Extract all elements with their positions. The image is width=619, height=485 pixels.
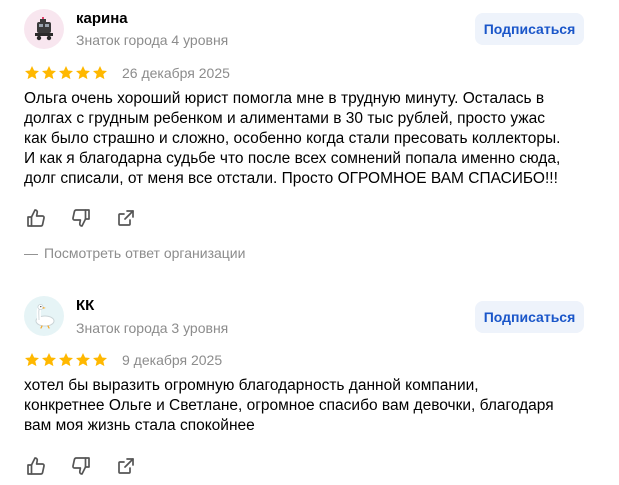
dislike-icon: [72, 457, 90, 475]
dislike-button[interactable]: [69, 454, 93, 478]
rating-stars: [24, 65, 108, 81]
like-icon: [27, 209, 45, 227]
share-icon: [118, 458, 134, 474]
review-text-line: долг списали, от меня все отстали. Прост…: [24, 170, 558, 187]
like-button[interactable]: [24, 206, 48, 230]
review-text-line: как было страшно и сложно, особенно когд…: [24, 130, 561, 147]
review-text-line: хотел бы выразить огромную благодарность…: [24, 377, 479, 394]
review-date: 26 декабря 2025: [122, 65, 230, 81]
star-icon: [25, 66, 39, 80]
rating-row: 26 декабря 2025: [24, 65, 230, 81]
star-icon: [42, 353, 56, 367]
star-icon: [93, 66, 107, 80]
review-text-line: долгах с грудным ребенком и алиментами в…: [24, 110, 546, 127]
review-text-line: вам моя жизнь стала спокойнее: [24, 417, 255, 434]
review-actions: [24, 206, 159, 230]
goose-avatar-icon: [35, 304, 55, 329]
review-text: хотел бы выразить огромную благодарность…: [24, 376, 584, 436]
review-card: КК Знаток города 3 уровня Подписаться 9 …: [0, 280, 619, 485]
rating-stars: [24, 352, 108, 368]
dislike-icon: [72, 209, 90, 227]
review-text-line: И как я благодарна судьбе что после всех…: [24, 150, 561, 167]
subscribe-button[interactable]: Подписаться: [475, 301, 584, 333]
review-card: карина Знаток города 4 уровня Подписатьс…: [0, 0, 619, 270]
share-button[interactable]: [114, 454, 138, 478]
star-icon: [76, 66, 90, 80]
reply-dash: —: [24, 245, 38, 261]
view-organization-reply-link[interactable]: — Посмотреть ответ организации: [24, 245, 245, 261]
author-level: Знаток города 4 уровня: [76, 32, 229, 48]
star-icon: [93, 353, 107, 367]
author-avatar[interactable]: [24, 9, 64, 49]
review-date: 9 декабря 2025: [122, 352, 223, 368]
robot-cart-avatar-icon: [35, 17, 53, 41]
author-level: Знаток города 3 уровня: [76, 320, 229, 336]
review-text: Ольга очень хороший юрист помогла мне в …: [24, 89, 584, 189]
review-actions: [24, 454, 159, 478]
author-name[interactable]: карина: [76, 10, 128, 27]
share-button[interactable]: [114, 206, 138, 230]
star-icon: [42, 66, 56, 80]
star-icon: [59, 66, 73, 80]
review-text-line: Ольга очень хороший юрист помогла мне в …: [24, 90, 545, 107]
author-name[interactable]: КК: [76, 297, 94, 314]
subscribe-button[interactable]: Подписаться: [475, 13, 584, 45]
star-icon: [59, 353, 73, 367]
star-icon: [76, 353, 90, 367]
author-avatar[interactable]: [24, 296, 64, 336]
reply-link-label: Посмотреть ответ организации: [44, 245, 246, 261]
star-icon: [25, 353, 39, 367]
rating-row: 9 декабря 2025: [24, 352, 222, 368]
review-text-line: конкретнее Ольге и Светлане, огромное сп…: [24, 397, 554, 414]
share-icon: [118, 210, 134, 226]
like-button[interactable]: [24, 454, 48, 478]
like-icon: [27, 457, 45, 475]
dislike-button[interactable]: [69, 206, 93, 230]
